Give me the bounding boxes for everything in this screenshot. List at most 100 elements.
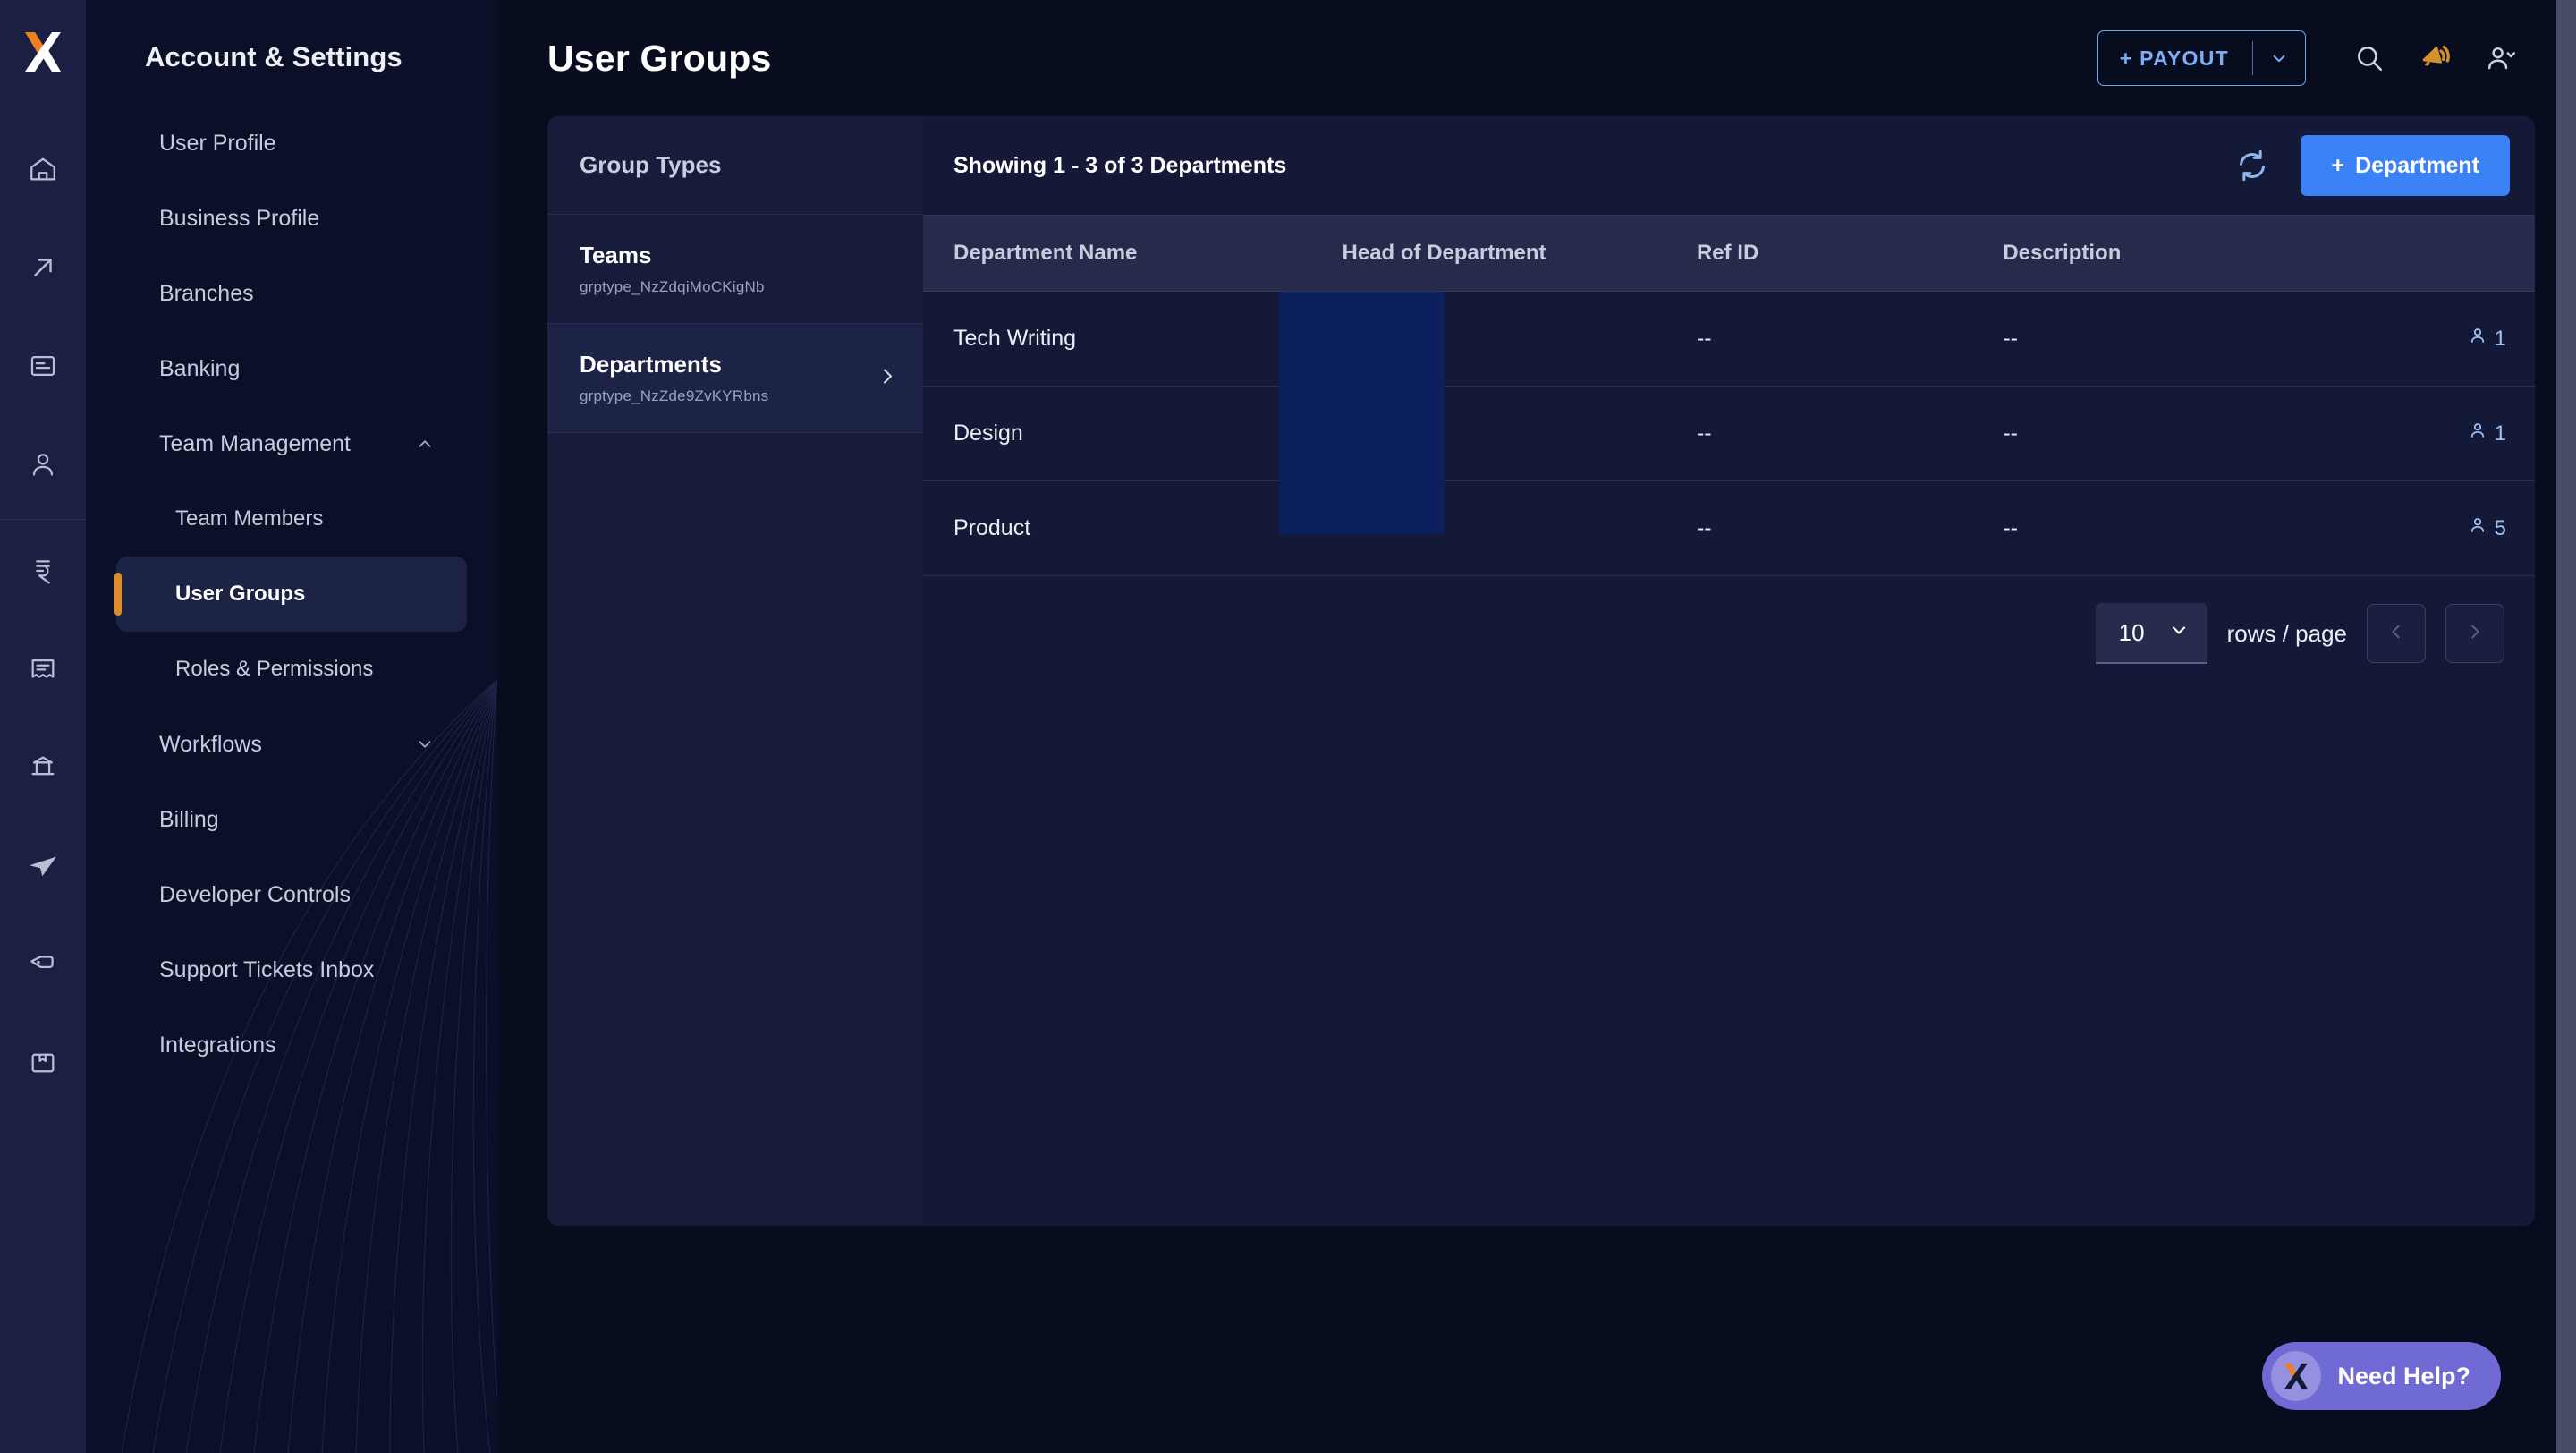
sidebar-item-label: Support Tickets Inbox bbox=[159, 956, 375, 982]
document-icon[interactable] bbox=[0, 317, 86, 415]
top-bar: User Groups + PAYOUT bbox=[497, 0, 2576, 116]
arrow-up-right-icon[interactable] bbox=[0, 218, 86, 317]
sidebar-item-label: Team Management bbox=[159, 430, 352, 456]
receipt-icon[interactable] bbox=[0, 620, 86, 718]
page-scrollbar[interactable] bbox=[2556, 0, 2576, 1453]
need-help-label: Need Help? bbox=[2337, 1362, 2470, 1389]
megaphone-icon[interactable] bbox=[2402, 25, 2469, 91]
group-type-id: grptype_NzZde9ZvKYRbns bbox=[580, 387, 769, 404]
sidebar-item-support-tickets-inbox[interactable]: Support Tickets Inbox bbox=[116, 932, 467, 1007]
group-types-panel: Group Types Teams grptype_NzZdqiMoCKigNb… bbox=[547, 116, 923, 1226]
sidebar-nav: User Profile Business Profile Branches B… bbox=[86, 106, 497, 1083]
sidebar-item-label: Billing bbox=[159, 806, 219, 832]
book-icon[interactable] bbox=[0, 1014, 86, 1112]
sidebar-item-team-members[interactable]: Team Members bbox=[116, 481, 467, 557]
sidebar-item-label: Branches bbox=[159, 280, 254, 306]
sidebar-item-developer-controls[interactable]: Developer Controls bbox=[116, 857, 467, 932]
pagination-prev-button[interactable] bbox=[2367, 604, 2426, 663]
person-icon bbox=[2467, 420, 2488, 447]
chevron-left-icon bbox=[2386, 622, 2406, 646]
app-logo[interactable] bbox=[16, 25, 70, 79]
sidebar-item-user-groups[interactable]: User Groups bbox=[114, 557, 467, 632]
rail-divider bbox=[0, 519, 86, 520]
sidebar-item-label: Business Profile bbox=[159, 205, 320, 231]
table-header-row: Department Name Head of Department Ref I… bbox=[923, 215, 2535, 292]
add-department-button[interactable]: + Department bbox=[2301, 135, 2510, 196]
send-icon[interactable] bbox=[0, 817, 86, 915]
app-root: Account & Settings User Profile Business… bbox=[0, 0, 2576, 1453]
table-head: Department Name Head of Department Ref I… bbox=[923, 215, 2535, 292]
group-type-item-teams[interactable]: Teams grptype_NzZdqiMoCKigNb bbox=[547, 215, 923, 324]
search-icon[interactable] bbox=[2336, 25, 2402, 91]
cell-members[interactable]: 1 bbox=[2389, 386, 2535, 481]
cell-description: -- bbox=[2003, 386, 2390, 481]
cell-members[interactable]: 5 bbox=[2389, 480, 2535, 576]
sidebar-item-label: User Groups bbox=[175, 582, 306, 606]
sidebar-group-team-management[interactable]: Team Management bbox=[116, 406, 467, 481]
sidebar-item-label: Developer Controls bbox=[159, 881, 351, 907]
sidebar-item-label: Workflows bbox=[159, 731, 262, 757]
person-icon bbox=[2467, 514, 2488, 542]
sidebar-item-billing[interactable]: Billing bbox=[116, 782, 467, 857]
sidebar-item-label: Integrations bbox=[159, 1032, 276, 1058]
sidebar-item-label: Banking bbox=[159, 355, 241, 381]
cell-description: -- bbox=[2003, 291, 2390, 387]
rupee-icon[interactable] bbox=[0, 522, 86, 620]
column-header-department-name[interactable]: Department Name bbox=[923, 215, 1343, 292]
table-row[interactable]: Product -- -- 5 bbox=[923, 480, 2535, 576]
column-header-description[interactable]: Description bbox=[2003, 215, 2390, 292]
group-type-item-departments[interactable]: Departments grptype_NzZde9ZvKYRbns bbox=[547, 324, 923, 433]
rows-per-page-select[interactable]: 10 bbox=[2095, 603, 2207, 664]
sidebar-item-business-profile[interactable]: Business Profile bbox=[116, 181, 467, 256]
sidebar-item-user-profile[interactable]: User Profile bbox=[116, 106, 467, 181]
chevron-up-icon bbox=[415, 434, 435, 454]
cell-members[interactable]: 1 bbox=[2389, 291, 2535, 387]
sidebar-item-label: Roles & Permissions bbox=[175, 657, 374, 681]
person-icon[interactable] bbox=[0, 415, 86, 514]
content-area: Group Types Teams grptype_NzZdqiMoCKigNb… bbox=[497, 116, 2576, 1226]
cell-description: -- bbox=[2003, 480, 2390, 576]
pagination-next-button[interactable] bbox=[2445, 604, 2504, 663]
chevron-right-icon bbox=[877, 365, 898, 391]
user-chevron-icon[interactable] bbox=[2469, 25, 2535, 91]
sidebar-item-banking[interactable]: Banking bbox=[116, 331, 467, 406]
sidebar-item-branches[interactable]: Branches bbox=[116, 256, 467, 331]
need-help-logo-icon bbox=[2271, 1351, 2322, 1401]
home-icon[interactable] bbox=[0, 120, 86, 218]
column-header-head-of-department[interactable]: Head of Department bbox=[1342, 215, 1697, 292]
sidebar-item-integrations[interactable]: Integrations bbox=[116, 1007, 467, 1083]
refresh-icon[interactable] bbox=[2229, 142, 2275, 189]
members-count: 5 bbox=[2390, 514, 2535, 542]
payout-dropdown-toggle[interactable] bbox=[2253, 31, 2305, 85]
members-count-value: 1 bbox=[2494, 326, 2506, 351]
departments-table: Department Name Head of Department Ref I… bbox=[923, 215, 2535, 576]
column-header-ref-id[interactable]: Ref ID bbox=[1696, 215, 2004, 292]
need-help-button[interactable]: Need Help? bbox=[2262, 1342, 2501, 1410]
payout-button[interactable]: + PAYOUT bbox=[2097, 30, 2306, 86]
add-department-plus: + bbox=[2331, 152, 2345, 178]
sidebar-group-workflows[interactable]: Workflows bbox=[116, 707, 467, 782]
icon-rail bbox=[0, 0, 86, 1453]
payout-button-label[interactable]: + PAYOUT bbox=[2098, 31, 2252, 85]
chevron-right-icon bbox=[2465, 622, 2485, 646]
table-row[interactable]: Tech Writing -- -- 1 bbox=[923, 291, 2535, 387]
departments-table-panel: Showing 1 - 3 of 3 Departments + Departm… bbox=[923, 116, 2535, 1226]
group-type-name: Teams bbox=[580, 242, 652, 268]
table-body: Tech Writing -- -- 1 Design -- -- 1 Prod… bbox=[923, 291, 2535, 576]
top-actions: + PAYOUT bbox=[2097, 25, 2535, 91]
group-type-name: Departments bbox=[580, 351, 722, 378]
rows-per-page-value: 10 bbox=[2118, 618, 2145, 646]
column-header-members bbox=[2389, 215, 2535, 292]
showing-count-text: Showing 1 - 3 of 3 Departments bbox=[953, 152, 1287, 178]
chevron-down-icon bbox=[415, 735, 435, 754]
table-row[interactable]: Design -- -- 1 bbox=[923, 386, 2535, 481]
members-count: 1 bbox=[2390, 420, 2535, 447]
rows-per-page-label: rows / page bbox=[2226, 619, 2347, 647]
rail-icon-list bbox=[0, 120, 86, 1112]
page-title: User Groups bbox=[547, 37, 772, 79]
settings-sidebar: Account & Settings User Profile Business… bbox=[86, 0, 497, 1453]
tag-icon[interactable] bbox=[0, 915, 86, 1014]
bank-icon[interactable] bbox=[0, 718, 86, 817]
cell-ref-id: -- bbox=[1696, 386, 2004, 481]
sidebar-item-roles-permissions[interactable]: Roles & Permissions bbox=[116, 632, 467, 707]
